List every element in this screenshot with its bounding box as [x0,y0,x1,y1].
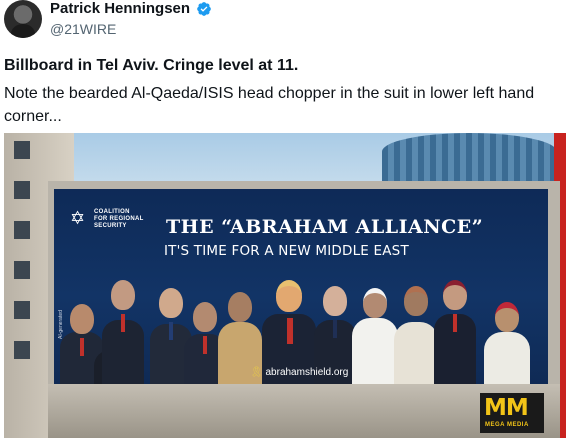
person [482,302,532,384]
avatar[interactable] [4,0,42,38]
ribbon-icon: 🎗 [250,367,263,378]
author-handle[interactable]: @21WIRE [50,21,116,38]
billboard-headline: THE “ABRAHAM ALLIANCE” [166,216,484,238]
tweet-body: Note the bearded Al-Qaeda/ISIS head chop… [4,85,535,125]
person [432,280,478,384]
author-name[interactable]: Patrick Henningsen [50,0,190,18]
coalition-text: COALITION FOR REGIONAL SECURITY [94,209,144,229]
tweet-header: Patrick Henningsen @21WIRE [0,0,566,44]
billboard-subheadline: IT'S TIME FOR A NEW MIDDLE EAST [164,243,409,259]
website-text: abrahamshield.org [265,367,349,378]
person [100,280,146,384]
mm-logo-subtext: MEGA MEDIA [485,422,529,428]
billboard-website: 🎗 abrahamshield.org [250,367,348,378]
tweet-title: Billboard in Tel Aviv. Cringe level at 1… [4,57,299,74]
mm-logo-text: MM [484,395,529,421]
side-credit: AI-generated [58,310,64,339]
star-icon: ✡ [70,208,86,228]
verified-icon [197,2,211,16]
tweet-media-image[interactable]: ✡ COALITION FOR REGIONAL SECURITY THE “A… [4,133,566,438]
mega-media-logo: MM MEGA MEDIA [480,393,544,433]
billboard: ✡ COALITION FOR REGIONAL SECURITY THE “A… [54,189,548,384]
